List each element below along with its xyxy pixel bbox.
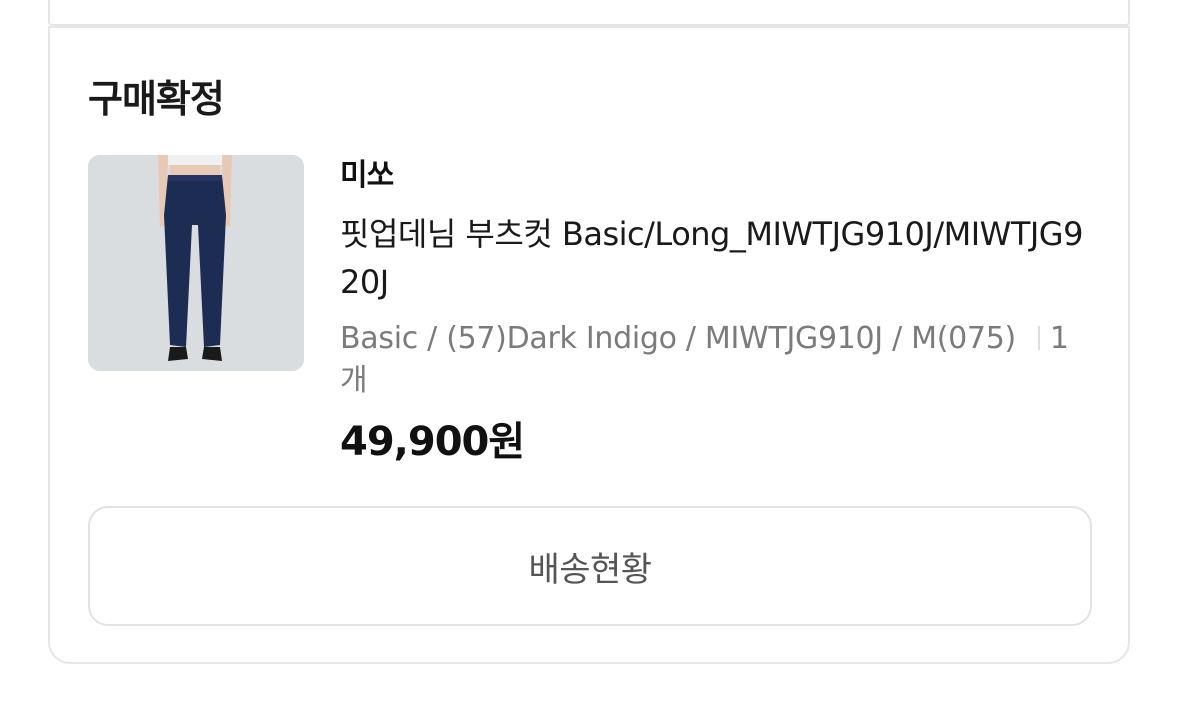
product-info: 미쏘 핏업데님 부츠컷 Basic/Long_MIWTJG910J/MIWTJG… — [340, 156, 1088, 466]
delivery-status-button[interactable]: 배송현황 — [88, 506, 1092, 626]
jeans-image — [88, 155, 304, 371]
product-option: Basic / (57)Dark Indigo / MIWTJG910J / M… — [340, 318, 1088, 402]
brand-name[interactable]: 미쏘 — [340, 156, 1088, 196]
order-card: 구매확정 미쏘 핏업데님 부츠컷 Basic/Long_MIWTJG910J/M… — [48, 26, 1130, 664]
product-name[interactable]: 핏업데님 부츠컷 Basic/Long_MIWTJG910J/MIWTJG920… — [340, 210, 1088, 306]
previous-order-card — [48, 0, 1130, 26]
option-divider — [1037, 326, 1040, 350]
order-status-title: 구매확정 — [88, 77, 225, 121]
product-thumbnail[interactable] — [88, 155, 304, 371]
option-text: Basic / (57)Dark Indigo / MIWTJG910J / M… — [340, 321, 1016, 356]
product-price: 49,900원 — [340, 419, 525, 465]
